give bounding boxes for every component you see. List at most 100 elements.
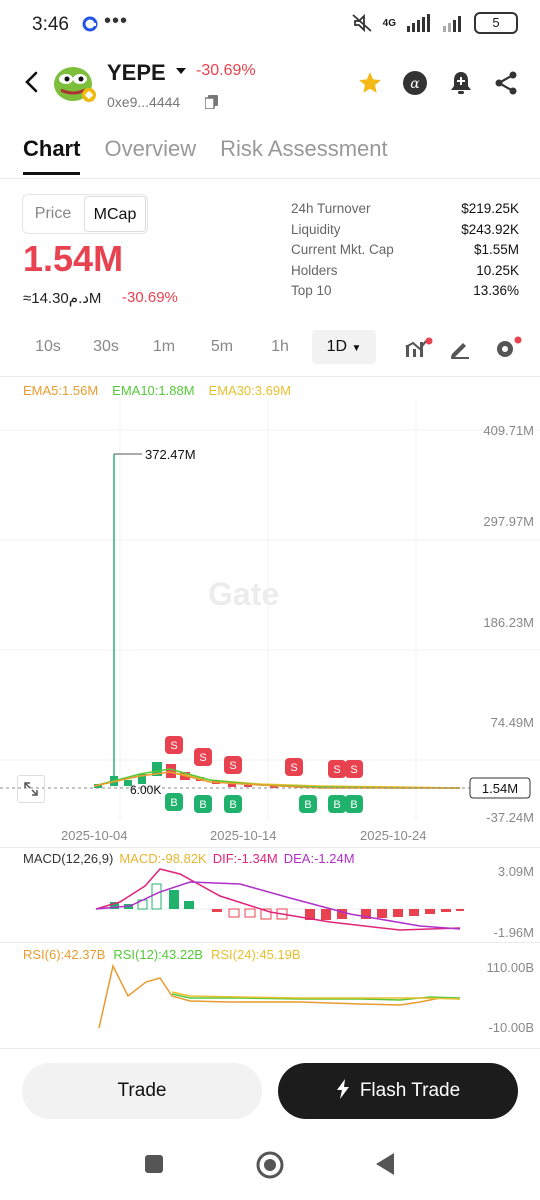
- dropdown-caret-icon[interactable]: [175, 66, 187, 76]
- high-price-label: 372.47M: [145, 447, 196, 462]
- ema10-label: EMA10:1.88M: [112, 383, 195, 398]
- battery-indicator: 5: [474, 12, 518, 34]
- market-cap-change: -30.69%: [122, 289, 178, 306]
- fullscreen-button[interactable]: [17, 775, 45, 803]
- price-alert-bell-icon[interactable]: [449, 70, 473, 96]
- buy-marker-label: B: [333, 799, 340, 811]
- low-price-label: 6.00K: [130, 783, 161, 797]
- flash-trade-button[interactable]: Flash Trade: [278, 1063, 518, 1119]
- favorite-star-icon[interactable]: [357, 70, 383, 96]
- ema5-label: EMA5:1.56M: [23, 383, 99, 398]
- stat-value: 13.36%: [473, 283, 519, 299]
- draw-tool-icon[interactable]: [449, 337, 471, 359]
- copy-icon[interactable]: [205, 95, 218, 109]
- timeframe-1d-label: 1D: [326, 338, 348, 355]
- current-price-label: 1.54M: [482, 781, 518, 796]
- token-stats: 24h Turnover $219.25K Liquidity $243.92K C…: [291, 201, 519, 304]
- stat-row: Holders 10.25K: [291, 263, 519, 284]
- macd-divider: [0, 847, 540, 848]
- y-tick: 297.97M: [483, 514, 534, 529]
- x-tick: 2025-10-04: [61, 828, 128, 843]
- x-tick: 2025-10-14: [210, 828, 277, 843]
- share-icon[interactable]: [494, 70, 518, 96]
- timeframe-caret-icon: ▼: [351, 343, 362, 354]
- stat-label: Holders: [291, 262, 338, 278]
- flash-trade-label: Flash Trade: [359, 1080, 461, 1101]
- home-icon[interactable]: [256, 1151, 284, 1179]
- stat-label: Liquidity: [291, 221, 341, 237]
- y-tick: 409.71M: [483, 423, 534, 438]
- stat-value: $243.92K: [461, 221, 519, 237]
- timeframe-1d[interactable]: 1D ▼: [312, 330, 376, 364]
- ema30-label: EMA30:3.69M: [208, 383, 291, 398]
- buy-marker-label: B: [350, 799, 357, 811]
- timeframe-selector: 10s 30s 1m 5m 1h 1D ▼: [22, 330, 376, 364]
- status-indicators: 4G 5: [351, 12, 518, 34]
- back-arrow-icon[interactable]: [22, 70, 40, 94]
- y-tick: 186.23M: [483, 615, 534, 630]
- stat-value: 10.25K: [476, 262, 519, 278]
- toggle-mcap[interactable]: MCap: [84, 196, 146, 232]
- market-cap-value: 1.54M: [23, 238, 124, 279]
- tab-overview[interactable]: Overview: [104, 136, 196, 175]
- status-bar: 3:46 ••• 4G 5: [0, 0, 540, 48]
- tab-chart[interactable]: Chart: [23, 136, 81, 175]
- sell-marker-label: S: [333, 764, 340, 776]
- timeframe-5m[interactable]: 5m: [196, 330, 248, 364]
- mute-icon: [352, 13, 372, 33]
- stat-value: $219.25K: [461, 201, 519, 216]
- sell-markers: S S S S S S: [165, 736, 363, 778]
- status-more-dots: •••: [104, 10, 129, 32]
- x-tick: 2025-10-24: [360, 828, 427, 843]
- buy-marker-label: B: [229, 799, 236, 811]
- local-currency-value: ≈14.30د.مM: [23, 290, 102, 307]
- buy-marker-label: B: [199, 799, 206, 811]
- sell-marker-label: S: [290, 762, 297, 774]
- stat-label: 24h Turnover: [291, 201, 371, 216]
- rsi-chart[interactable]: [0, 960, 540, 1032]
- alpha-icon[interactable]: α: [402, 70, 428, 96]
- sell-marker-label: S: [199, 752, 206, 764]
- sell-marker-label: S: [170, 740, 177, 752]
- toggle-price[interactable]: Price: [23, 195, 83, 233]
- macd-y-tick: 3.09M: [497, 864, 534, 879]
- indicator-icon[interactable]: [404, 337, 434, 359]
- timeframe-1m[interactable]: 1m: [138, 330, 190, 364]
- sell-marker-label: S: [350, 764, 357, 776]
- buy-marker-label: B: [170, 797, 177, 809]
- buy-marker-label: B: [304, 799, 311, 811]
- stat-label: Current Mkt. Cap: [291, 242, 394, 258]
- rsi-y-tick: 110.00B: [486, 960, 534, 975]
- sell-marker-label: S: [229, 760, 236, 772]
- trade-button[interactable]: Trade: [22, 1063, 262, 1119]
- bottom-divider: [0, 1048, 540, 1049]
- back-nav-icon[interactable]: [374, 1152, 396, 1176]
- main-tabs: Chart Overview Risk Assessment: [23, 136, 388, 175]
- timeframe-30s[interactable]: 30s: [80, 330, 132, 364]
- timeframe-1h[interactable]: 1h: [254, 330, 306, 364]
- svg-text:α: α: [410, 76, 420, 92]
- stat-row: Liquidity $243.92K: [291, 222, 519, 243]
- buy-markers: B B B B B B: [165, 793, 363, 813]
- signal-icon-2: [443, 16, 461, 32]
- token-name[interactable]: YEPE: [107, 60, 166, 86]
- recent-apps-icon[interactable]: [144, 1154, 164, 1174]
- y-tick: -37.24M: [486, 810, 534, 825]
- gate-app-icon: [82, 16, 98, 32]
- stat-row: 24h Turnover $219.25K: [291, 201, 519, 222]
- price-mcap-toggle: Price MCap: [22, 194, 148, 234]
- lightning-icon: [336, 1079, 349, 1099]
- chart-settings-gear-icon[interactable]: [494, 336, 522, 360]
- chart-grid: [0, 400, 540, 820]
- timeframe-divider: [0, 376, 540, 377]
- stat-row: Current Mkt. Cap $1.55M: [291, 242, 519, 263]
- dea-line: [95, 881, 461, 930]
- timeframe-10s[interactable]: 10s: [22, 330, 74, 364]
- stat-label: Top 10: [291, 283, 332, 299]
- tab-risk-assessment[interactable]: Risk Assessment: [220, 136, 388, 175]
- candlestick-chart[interactable]: S S S S S S B B B B B B 372.47M 6.00K 1.…: [0, 400, 540, 850]
- macd-chart[interactable]: [0, 862, 540, 940]
- rsi-divider: [0, 942, 540, 943]
- token-avatar: [54, 67, 96, 102]
- expand-icon: [24, 782, 38, 796]
